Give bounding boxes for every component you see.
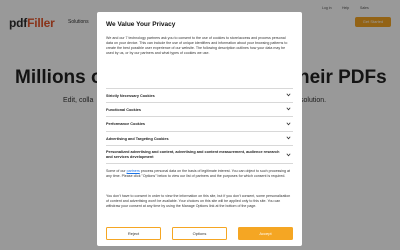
consent-notice: You don't have to consent in order to vi… xyxy=(106,194,291,208)
category-functional[interactable]: Functional Cookies xyxy=(106,103,293,117)
dialog-intro-text: We and our 7 technology partners ask you… xyxy=(106,36,288,55)
category-label: Personalized advertising and content, ad… xyxy=(106,150,280,159)
category-label: Performance Cookies xyxy=(106,122,146,126)
partners-link[interactable]: partners xyxy=(127,169,140,173)
reject-button[interactable]: Reject xyxy=(106,227,161,240)
chevron-down-icon xyxy=(286,92,291,98)
chevron-down-icon xyxy=(286,135,291,141)
chevron-down-icon xyxy=(286,152,291,158)
category-label: Functional Cookies xyxy=(106,107,142,112)
partners-prefix-text: Some of our xyxy=(106,169,127,173)
chevron-down-icon xyxy=(286,121,291,127)
category-performance[interactable]: Performance Cookies xyxy=(106,117,293,132)
category-personalized-advertising[interactable]: Personalized advertising and content, ad… xyxy=(106,146,293,164)
category-advertising-targeting[interactable]: Advertising and Targeting Cookies xyxy=(106,132,293,146)
privacy-consent-dialog: We Value Your Privacy We and our 7 techn… xyxy=(97,12,302,246)
category-label: Strictly Necessary Cookies xyxy=(106,94,155,98)
cookie-category-list: Strictly Necessary Cookies Functional Co… xyxy=(106,88,293,164)
dialog-title: We Value Your Privacy xyxy=(106,21,176,28)
accept-button[interactable]: Accept xyxy=(238,227,293,240)
partners-notice: Some of our partners process personal da… xyxy=(106,169,293,179)
category-strictly-necessary[interactable]: Strictly Necessary Cookies xyxy=(106,88,293,103)
chevron-down-icon xyxy=(286,106,291,112)
category-label: Advertising and Targeting Cookies xyxy=(106,136,169,141)
options-button[interactable]: Options xyxy=(172,227,227,240)
